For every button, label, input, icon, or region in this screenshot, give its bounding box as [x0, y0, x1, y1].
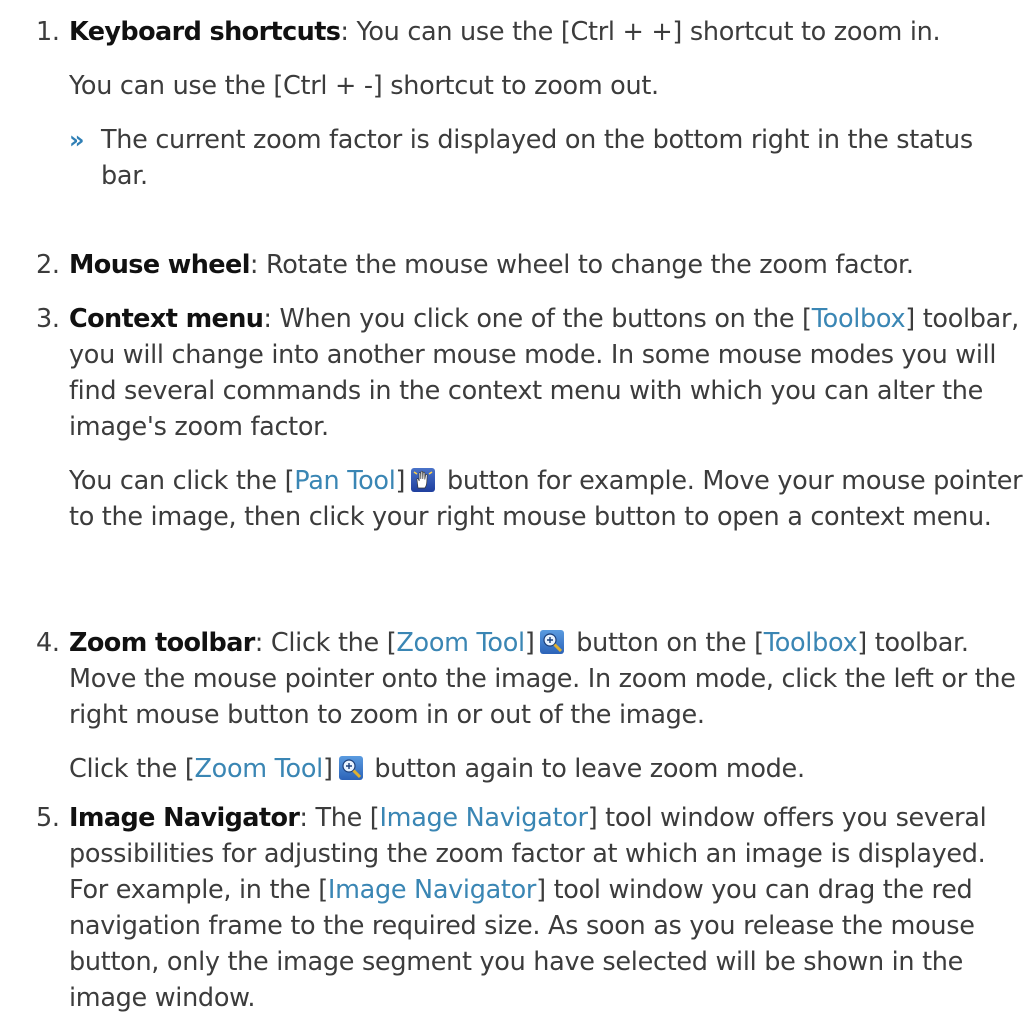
- item-term: Mouse wheel: [69, 250, 250, 280]
- item-text: : You can use the [Ctrl + +] shortcut to…: [340, 17, 941, 47]
- item-text: : Click the [: [254, 628, 397, 658]
- item-text: button again to leave zoom mode.: [366, 754, 805, 784]
- item-paragraph-2: You can click the [Pan Tool] button for …: [69, 463, 1024, 535]
- item-paragraph: Keyboard shortcuts: You can use the [Ctr…: [69, 14, 1024, 50]
- item-term: Zoom toolbar: [69, 628, 255, 658]
- item-body: Mouse wheel: Rotate the mouse wheel to c…: [69, 247, 1024, 283]
- item-paragraph: Mouse wheel: Rotate the mouse wheel to c…: [69, 247, 1024, 283]
- item-paragraph: Image Navigator: The [Image Navigator] t…: [69, 800, 1024, 1016]
- item-paragraph-2: You can use the [Ctrl + -] shortcut to z…: [69, 71, 659, 101]
- zoom-tool-icon: [540, 630, 565, 654]
- item-text: You can click the [: [69, 466, 295, 496]
- item-text: ]: [395, 466, 406, 496]
- zoom-tool-link[interactable]: Zoom Tool: [194, 754, 323, 784]
- item-paragraph-2: Click the [Zoom Tool] button again to le…: [69, 751, 1024, 787]
- result-arrow-icon: »: [69, 126, 85, 154]
- item-text: : The [: [299, 803, 380, 833]
- item-number: 4.: [36, 628, 60, 658]
- item-text: ]: [524, 628, 535, 658]
- item-term: Keyboard shortcuts: [69, 17, 341, 47]
- item-text: button on the [: [568, 628, 764, 658]
- item-body: Image Navigator: The [Image Navigator] t…: [69, 800, 1024, 1016]
- item-text: Click the [: [69, 754, 195, 784]
- item-number: 2.: [36, 250, 60, 280]
- toolbox-link[interactable]: Toolbox: [812, 304, 906, 334]
- item-text: : When you click one of the buttons on t…: [263, 304, 812, 334]
- image-navigator-link[interactable]: Image Navigator: [328, 875, 537, 905]
- item-term: Context menu: [69, 304, 264, 334]
- item-paragraph: Context menu: When you click one of the …: [69, 301, 1024, 445]
- zoom-tool-link[interactable]: Zoom Tool: [396, 628, 525, 658]
- item-text: ]: [322, 754, 333, 784]
- item-number: 3.: [36, 304, 60, 334]
- toolbox-link[interactable]: Toolbox: [764, 628, 858, 658]
- result-text: The current zoom factor is displayed on …: [101, 125, 973, 191]
- zoom-tool-icon: [338, 756, 363, 780]
- item-number: 1.: [36, 17, 60, 47]
- result-note: » The current zoom factor is displayed o…: [69, 122, 1024, 194]
- item-body: Context menu: When you click one of the …: [69, 301, 1024, 535]
- item-text: : Rotate the mouse wheel to change the z…: [249, 250, 914, 280]
- item-number: 5.: [36, 803, 60, 833]
- pan-hand-icon: [411, 468, 436, 492]
- item-paragraph: Zoom toolbar: Click the [Zoom Tool] butt…: [69, 625, 1024, 733]
- item-body: Zoom toolbar: Click the [Zoom Tool] butt…: [69, 625, 1024, 787]
- image-navigator-link[interactable]: Image Navigator: [379, 803, 588, 833]
- help-document: 1. Keyboard shortcuts: You can use the […: [0, 0, 1031, 1013]
- item-term: Image Navigator: [69, 803, 300, 833]
- pan-tool-link[interactable]: Pan Tool: [294, 466, 396, 496]
- item-body: Keyboard shortcuts: You can use the [Ctr…: [69, 14, 1024, 194]
